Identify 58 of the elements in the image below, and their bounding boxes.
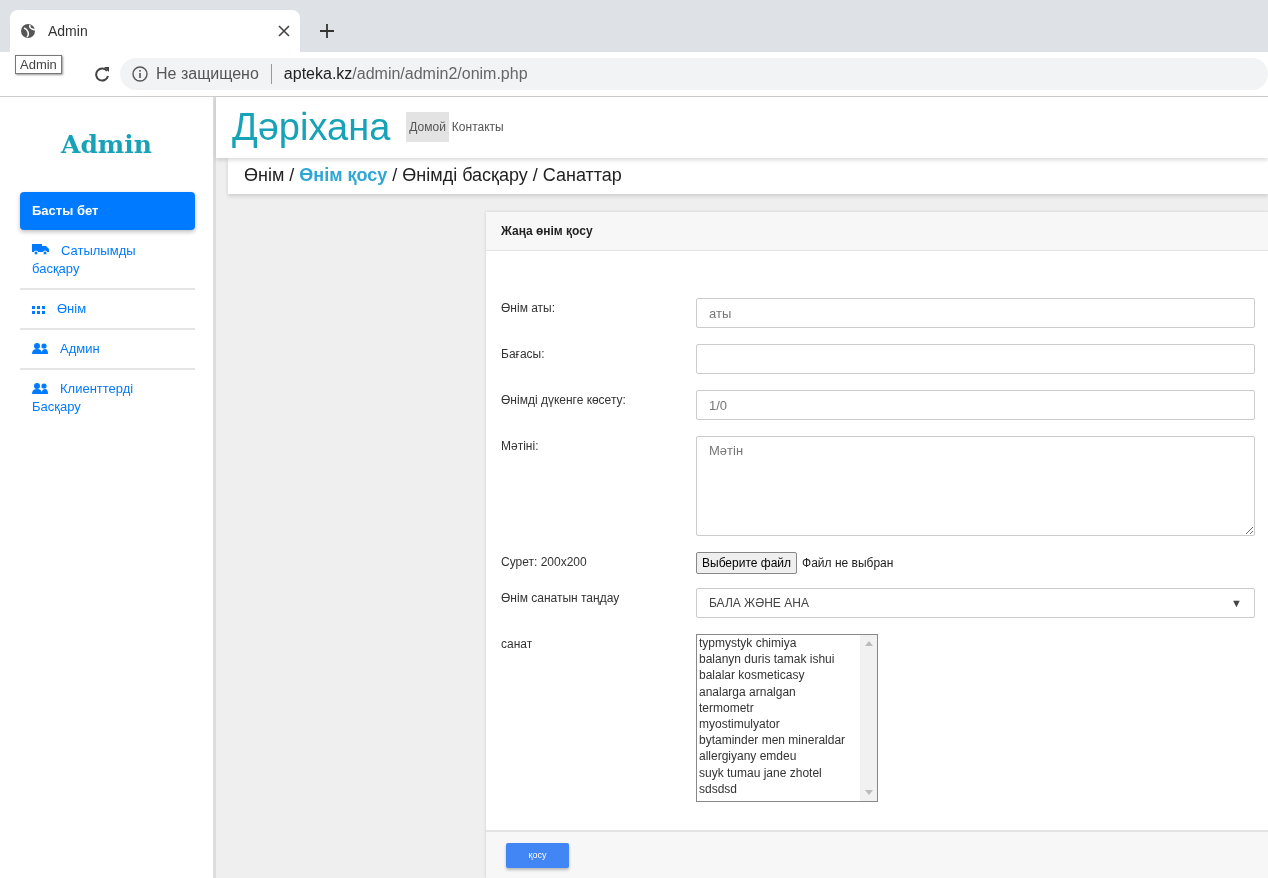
category-dropdown[interactable]: БАЛА ЖӘНЕ АНА ▼ [696,588,1255,618]
users-icon [32,383,48,394]
input-field[interactable] [696,344,1255,374]
truck-icon [32,242,49,256]
tooltip: Admin [15,55,62,74]
list-option[interactable]: analarga arnalgan [699,683,860,700]
reload-icon [94,66,110,82]
scroll-down-icon [864,790,873,795]
breadcrumb-link[interactable]: Санаттар [542,165,622,187]
site-title: Дәріхана [232,105,391,149]
new-tab-icon [320,24,334,38]
field-label: Сурет: 200x200 [501,554,588,569]
list-option[interactable]: allergiyany emdeu [699,748,860,765]
browser-tab[interactable]: Admin [10,10,300,52]
input-field[interactable]: аты [696,298,1255,328]
nav-link[interactable]: Контакты [448,112,507,143]
category-listbox[interactable]: typmystyk chimiya balanyn duris tamak ishui balalar kosmeticasy analarga arnalgan termometr myostimulyator bytaminder men mineraldar allergiyany emdeu suyk tumau jane zhotel sdsdsd [696,634,878,802]
list-option[interactable]: typmystyk chimiya [699,635,860,652]
input-field[interactable]: 1/0 [696,390,1255,420]
field-label: санат [501,636,534,651]
logo: Admin [59,130,153,159]
field-label: Бағасы: [501,346,546,361]
breadcrumb-separator: / [392,165,398,187]
grid-icon [32,306,45,314]
info-icon [132,66,148,82]
list-option[interactable]: myostimulyator [699,716,860,733]
sidebar-item[interactable]: Өнім [20,290,195,330]
breadcrumb-link[interactable]: Өнімді басқару [402,165,528,187]
breadcrumb-separator: / [532,165,538,187]
tab-title: Admin [48,23,89,39]
field-label: Мәтіні: [501,438,540,453]
list-option[interactable]: bytaminder men mineraldar [699,732,860,749]
file-status: Файл не выбран [802,556,894,570]
card-title: Жаңа өнім қосу [486,212,1268,251]
address-url[interactable]: apteka.kz/admin/admin2/onim.php [283,65,528,83]
choose-file-button[interactable]: Выберите файл [696,552,798,574]
nav-link[interactable]: Домой [406,112,449,143]
globe-icon [20,23,36,39]
breadcrumb-separator: / [289,165,295,187]
scroll-up-icon [864,641,873,646]
list-option[interactable]: sdsdsd [699,780,860,798]
list-option[interactable]: suyk tumau jane zhotel [699,764,860,781]
sidebar-item[interactable]: Басты бет [20,192,195,230]
sidebar-item[interactable]: Админ [20,330,195,370]
security-label: Не защищено [156,65,259,83]
field-label: Өнім санатын таңдау [501,590,621,605]
list-option[interactable]: balalar kosmeticasy [699,667,860,684]
sidebar-item[interactable]: Сатылымды басқару [20,232,195,290]
field-label: Өнім аты: [501,300,557,315]
list-option[interactable]: balanyn duris tamak ishui [699,651,860,668]
breadcrumb-link[interactable]: Өнім [244,165,285,187]
list-option[interactable]: termometr [699,699,860,716]
text-area[interactable]: Мәтін [696,436,1255,536]
sidebar-item[interactable]: Клиенттерді Басқару [20,370,195,426]
submit-button[interactable]: қосу [506,842,569,868]
users-icon [32,343,48,354]
field-label: Өнімді дүкенге көсету: [501,392,627,407]
close-icon [278,25,290,37]
